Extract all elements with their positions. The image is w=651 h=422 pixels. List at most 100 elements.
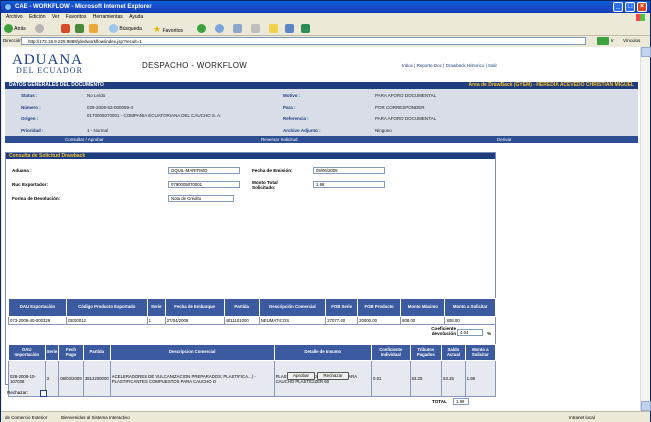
- vertical-scrollbar[interactable]: [640, 47, 651, 411]
- home-icon: [89, 24, 98, 34]
- export-table-col-header: Monto a Solicitar: [444, 298, 496, 317]
- discuss-button[interactable]: [301, 24, 310, 34]
- export-table-col-header: Fecha de Embarque: [164, 298, 225, 317]
- messenger-button[interactable]: [285, 24, 294, 34]
- consultar-aprobar-link[interactable]: Consultar / Aprobar: [65, 136, 104, 143]
- aduana-field[interactable]: GQUIL-MARITIMO: [168, 167, 240, 174]
- motivo-value: PARA AFORO DOCUMENTAL: [375, 93, 437, 98]
- browser-window: CAE - WORKFLOW - Microsoft Internet Expl…: [0, 0, 651, 422]
- forward-button[interactable]: [35, 24, 44, 34]
- window-titlebar: CAE - WORKFLOW - Microsoft Internet Expl…: [1, 1, 650, 13]
- adjunto-label: Archivo Adjunto :: [283, 128, 321, 133]
- import-table-cell: 08/03/2009: [58, 360, 84, 397]
- logo-line1: ADUANA: [12, 52, 83, 68]
- menu-archivo[interactable]: Archivo: [6, 14, 23, 20]
- folder-button[interactable]: [269, 24, 278, 34]
- address-input[interactable]: http://172.18.9.225:8888/jdedworkflow/in…: [21, 37, 586, 45]
- rechazar-button[interactable]: Rechazar: [317, 372, 349, 380]
- logo-line2: DEL ECUADOR: [16, 66, 83, 75]
- prioridad-value: 1 - Normal: [87, 128, 109, 133]
- import-table-row: 028-2008-10-107038 3 08/03/2009 3812200000 A…: [8, 360, 497, 397]
- ruc-field[interactable]: 0790005070001: [168, 181, 240, 188]
- derivar-link[interactable]: Derivar: [497, 136, 512, 143]
- fecha-emision-field[interactable]: 09/06/2009: [313, 167, 385, 174]
- ie-icon: [4, 3, 12, 11]
- menu-ayuda[interactable]: Ayuda: [129, 14, 143, 20]
- home-button[interactable]: [89, 24, 98, 34]
- para-label: Para :: [283, 105, 296, 110]
- coeficiente-label: Coeficiente devolución: [431, 326, 456, 336]
- search-button[interactable]: Búsqueda: [109, 24, 142, 34]
- maximize-button[interactable]: □: [625, 2, 635, 12]
- export-table-cell: 1: [146, 316, 166, 325]
- page-viewport: ADUANA DEL ECUADOR DESPACHO - WORKFLOW I…: [2, 47, 640, 411]
- para-value: POR CORRESPONDER: [375, 105, 425, 110]
- media-icon: [197, 24, 206, 34]
- import-table: DAU Importación Serie Fech Pago Partida Desc…: [8, 344, 497, 397]
- back-button[interactable]: Atrás: [4, 24, 26, 34]
- export-table-cell: 20000.00: [357, 316, 402, 325]
- export-table-row: 073-2009-40-000329 GE00012 1 27/04/2009 4011…: [8, 316, 496, 325]
- import-table-col-header: Partida: [82, 344, 111, 361]
- import-table-col-header: Monto a Solicitar: [464, 344, 497, 361]
- mail-icon: [233, 24, 242, 34]
- media-button[interactable]: [197, 24, 206, 34]
- monto-total-field[interactable]: 1.98: [313, 181, 385, 188]
- menu-edicion[interactable]: Edición: [29, 14, 45, 20]
- export-table-cell: 4011101000: [223, 316, 260, 325]
- menu-bar: Archivo Edición Ver Favoritos Herramient…: [1, 13, 650, 22]
- minimize-button[interactable]: _: [613, 2, 623, 12]
- aprobar-button[interactable]: Aprobar: [287, 372, 315, 380]
- address-bar: Dirección http://172.18.9.225:8888/jdedw…: [1, 36, 650, 46]
- mail-button[interactable]: [233, 24, 242, 34]
- forma-devolucion-field[interactable]: Nota de Crédito: [168, 195, 234, 202]
- star-icon: ★: [153, 24, 162, 34]
- browser-toolbar: Atrás Búsqueda ★ Favoritos: [1, 22, 650, 36]
- adjunto-value: Ninguno: [375, 128, 392, 133]
- import-table-col-header: Serie: [44, 344, 60, 361]
- status-label: Status :: [21, 93, 38, 98]
- go-button[interactable]: [597, 37, 609, 45]
- import-table-col-header: Tributos Pagados: [409, 344, 443, 361]
- close-button[interactable]: ×: [637, 2, 647, 12]
- reversar-solicitud-link[interactable]: Reversar Solicitud: [261, 136, 298, 143]
- history-icon: [215, 24, 224, 34]
- aduana-label: Aduana :: [12, 168, 32, 173]
- coeficiente-unit: %: [487, 331, 492, 336]
- motivo-label: Motivo :: [283, 93, 301, 98]
- scroll-up-button[interactable]: [641, 47, 651, 57]
- numero-value: 028-2009-53-000059-4: [87, 105, 134, 110]
- go-label: Ir: [611, 38, 614, 43]
- search-icon: [109, 24, 118, 34]
- refresh-button[interactable]: [75, 24, 84, 34]
- export-table-col-header: FOB Producto: [357, 298, 402, 317]
- import-table-cell: 0.01: [371, 360, 411, 397]
- menu-favoritos[interactable]: Favoritos: [66, 14, 87, 20]
- top-nav-links[interactable]: Inbox | Reporte Doc | Drawback Historico…: [402, 63, 497, 68]
- messenger-icon: [285, 24, 294, 34]
- export-table-col-header: Código Producto Exportado: [65, 298, 148, 317]
- rechazar-checkbox[interactable]: [40, 390, 47, 397]
- action-bar: Consultar / Aprobar Reversar Solicitud D…: [5, 136, 638, 143]
- datos-generales-panel: Status : No Leído Número : 028-2009-53-0…: [5, 89, 638, 137]
- menu-ver[interactable]: Ver: [52, 14, 60, 20]
- aduana-logo: ADUANA DEL ECUADOR: [12, 53, 83, 75]
- export-table-cell: GE00012: [65, 316, 148, 325]
- status-value: No Leído: [87, 93, 106, 98]
- print-button[interactable]: [251, 24, 260, 34]
- import-table-cell: 63.25: [409, 360, 443, 397]
- export-table-cell: 27/04/2009: [164, 316, 225, 325]
- total-field[interactable]: 1.98: [453, 398, 469, 405]
- links-label[interactable]: Vínculos: [623, 36, 640, 46]
- coeficiente-field[interactable]: 4.04: [457, 329, 483, 336]
- menu-herramientas[interactable]: Herramientas: [93, 14, 123, 20]
- status-bar: de Comercio Exterior Bienvenidos al Sist…: [1, 411, 650, 422]
- favorites-button[interactable]: ★ Favoritos: [153, 24, 183, 34]
- export-table-cell: 808.00: [400, 316, 446, 325]
- history-button[interactable]: [215, 24, 224, 34]
- refresh-icon: [75, 24, 84, 34]
- stop-button[interactable]: [61, 24, 70, 34]
- discuss-icon: [301, 24, 310, 34]
- scroll-down-button[interactable]: [641, 401, 651, 411]
- export-table-col-header: Partida: [223, 298, 260, 317]
